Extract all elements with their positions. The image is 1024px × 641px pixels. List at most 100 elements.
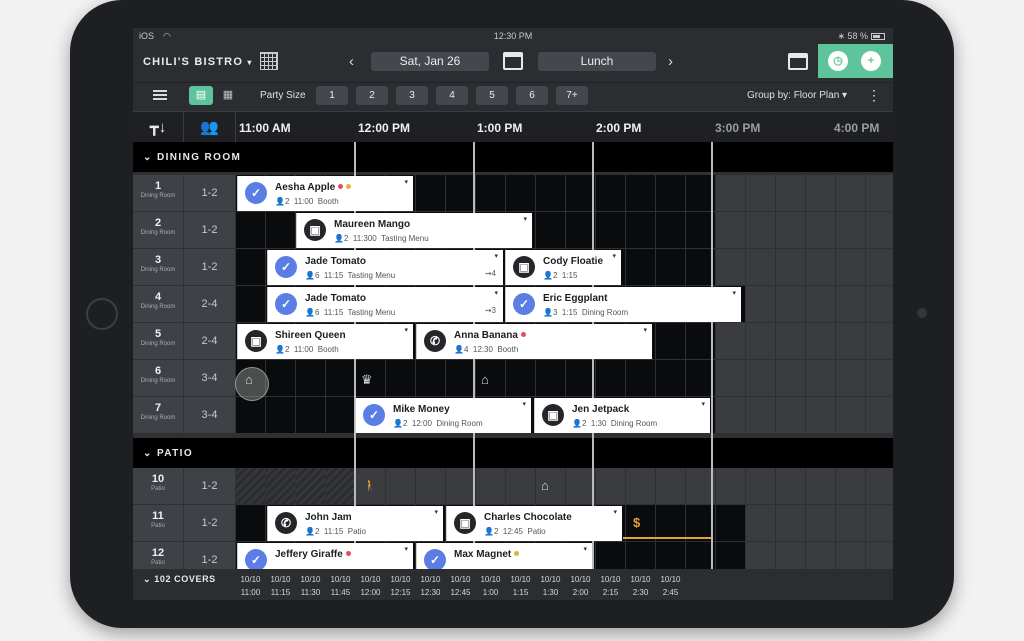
- time-slot[interactable]: [626, 175, 655, 211]
- time-slot[interactable]: [656, 323, 685, 359]
- reservation-card[interactable]: ▣ Jen Jetpack 👤2 1:30 Dining Room ▾: [534, 398, 710, 433]
- chevron-down-icon[interactable]: ▾: [732, 289, 736, 297]
- time-slot[interactable]: [836, 505, 865, 541]
- time-slot[interactable]: [746, 360, 775, 396]
- time-slot[interactable]: [236, 249, 265, 285]
- table-number[interactable]: 11 Patio: [133, 505, 183, 541]
- time-slot[interactable]: [806, 249, 835, 285]
- reservation-card[interactable]: ▣ Maureen Mango 👤2 11:300 Tasting Menu ▾: [296, 213, 532, 248]
- party-size-6[interactable]: 6: [516, 86, 548, 105]
- table-number[interactable]: 5 Dining Room: [133, 323, 183, 359]
- grid-icon[interactable]: [260, 52, 278, 70]
- chevron-down-icon[interactable]: ▾: [404, 178, 408, 186]
- time-slot[interactable]: [236, 505, 265, 541]
- time-slot[interactable]: [836, 175, 865, 211]
- time-slot[interactable]: [776, 323, 805, 359]
- time-slot[interactable]: [806, 360, 835, 396]
- time-slot[interactable]: [236, 286, 265, 322]
- party-size-2[interactable]: 2: [356, 86, 388, 105]
- time-slot[interactable]: [446, 360, 475, 396]
- table-sort-icon[interactable]: ┳↓: [133, 112, 184, 143]
- chevron-down-icon[interactable]: ▾: [613, 508, 617, 516]
- time-slot[interactable]: [716, 212, 745, 248]
- party-size-7-plus[interactable]: 7+: [556, 86, 588, 105]
- party-size-4[interactable]: 4: [436, 86, 468, 105]
- time-slot[interactable]: [746, 505, 775, 541]
- section-patio[interactable]: ⌄ PATIO: [133, 438, 893, 468]
- time-slot[interactable]: [266, 397, 295, 433]
- time-slot[interactable]: [326, 468, 355, 504]
- home-button[interactable]: [86, 298, 118, 330]
- time-slot[interactable]: [746, 323, 775, 359]
- time-slot[interactable]: [866, 323, 893, 359]
- time-slot[interactable]: [836, 323, 865, 359]
- chevron-down-icon[interactable]: ▾: [612, 252, 616, 260]
- covers-total[interactable]: ⌄ 102 COVERS: [143, 574, 216, 585]
- time-slot[interactable]: [776, 212, 805, 248]
- time-slot[interactable]: [386, 468, 415, 504]
- time-slot[interactable]: [656, 468, 685, 504]
- time-slot[interactable]: [566, 360, 595, 396]
- time-slot[interactable]: [506, 468, 535, 504]
- party-size-3[interactable]: 3: [396, 86, 428, 105]
- time-slot[interactable]: [716, 323, 745, 359]
- reservation-card[interactable]: ▣ Cody Floatie 👤2 1:15 ▾: [505, 250, 621, 285]
- time-slot[interactable]: [566, 468, 595, 504]
- table-number[interactable]: 1 Dining Room: [133, 175, 183, 211]
- time-slot[interactable]: [596, 175, 625, 211]
- time-slot[interactable]: [866, 175, 893, 211]
- time-slot[interactable]: [236, 212, 265, 248]
- time-slot[interactable]: [836, 397, 865, 433]
- chevron-down-icon[interactable]: ▾: [404, 326, 408, 334]
- time-slot[interactable]: [386, 360, 415, 396]
- time-slot[interactable]: [776, 249, 805, 285]
- chevron-down-icon[interactable]: ▾: [643, 326, 647, 334]
- chevron-down-icon[interactable]: ▾: [522, 400, 526, 408]
- party-size-5[interactable]: 5: [476, 86, 508, 105]
- time-slot[interactable]: [866, 249, 893, 285]
- time-slot[interactable]: [866, 212, 893, 248]
- time-slot[interactable]: [656, 249, 685, 285]
- party-size-1[interactable]: 1: [316, 86, 348, 105]
- time-slot[interactable]: [266, 212, 295, 248]
- chevron-down-icon[interactable]: ▾: [523, 215, 527, 223]
- time-slot[interactable]: [416, 468, 445, 504]
- time-slot[interactable]: [806, 505, 835, 541]
- time-slot[interactable]: [836, 286, 865, 322]
- time-slot[interactable]: [476, 175, 505, 211]
- time-slot[interactable]: [716, 360, 745, 396]
- chevron-down-icon[interactable]: ▾: [494, 252, 498, 260]
- time-slot[interactable]: [836, 212, 865, 248]
- shift-selector[interactable]: Lunch: [538, 52, 656, 71]
- time-slot[interactable]: [506, 175, 535, 211]
- time-slot[interactable]: [866, 360, 893, 396]
- time-slot[interactable]: [776, 468, 805, 504]
- time-slot[interactable]: [866, 505, 893, 541]
- time-slot[interactable]: [836, 468, 865, 504]
- venue-selector[interactable]: CHILI'S BISTRO ▾: [143, 56, 253, 68]
- prev-day-button[interactable]: ‹: [349, 53, 354, 70]
- calendar-add-icon[interactable]: [788, 53, 808, 70]
- time-slot[interactable]: [626, 360, 655, 396]
- time-slot[interactable]: [326, 360, 355, 396]
- chevron-down-icon[interactable]: ▾: [701, 400, 705, 408]
- time-slot[interactable]: [626, 468, 655, 504]
- reservation-card[interactable]: ✓ Eric Eggplant 👤3 1:15 Dining Room ▾: [505, 287, 741, 322]
- calendar-icon[interactable]: [503, 52, 523, 70]
- time-slot[interactable]: [656, 212, 685, 248]
- time-slot[interactable]: [716, 249, 745, 285]
- time-slot[interactable]: [746, 397, 775, 433]
- floorplan-view-icon[interactable]: ▦: [216, 86, 240, 105]
- reservation-card[interactable]: ✓ Jeffery Giraffe ▾: [237, 543, 413, 571]
- time-slot[interactable]: [746, 286, 775, 322]
- time-slot[interactable]: [716, 175, 745, 211]
- time-slot[interactable]: [296, 468, 325, 504]
- time-slot[interactable]: [626, 505, 655, 541]
- group-by-selector[interactable]: Group by: Floor Plan ▾: [747, 90, 847, 101]
- reservation-card[interactable]: ✓ Jade Tomato 👤6 11:15 Tasting Menu ▾ ⇝4: [267, 250, 503, 285]
- table-number[interactable]: 2 Dining Room: [133, 212, 183, 248]
- time-slot[interactable]: [566, 175, 595, 211]
- reservation-card[interactable]: ▣ Charles Chocolate 👤2 12:45 Patio ▾: [446, 506, 622, 541]
- chevron-down-icon[interactable]: ▾: [404, 545, 408, 553]
- reservation-card[interactable]: ✓ Mike Money 👤2 12:00 Dining Room ▾: [355, 398, 531, 433]
